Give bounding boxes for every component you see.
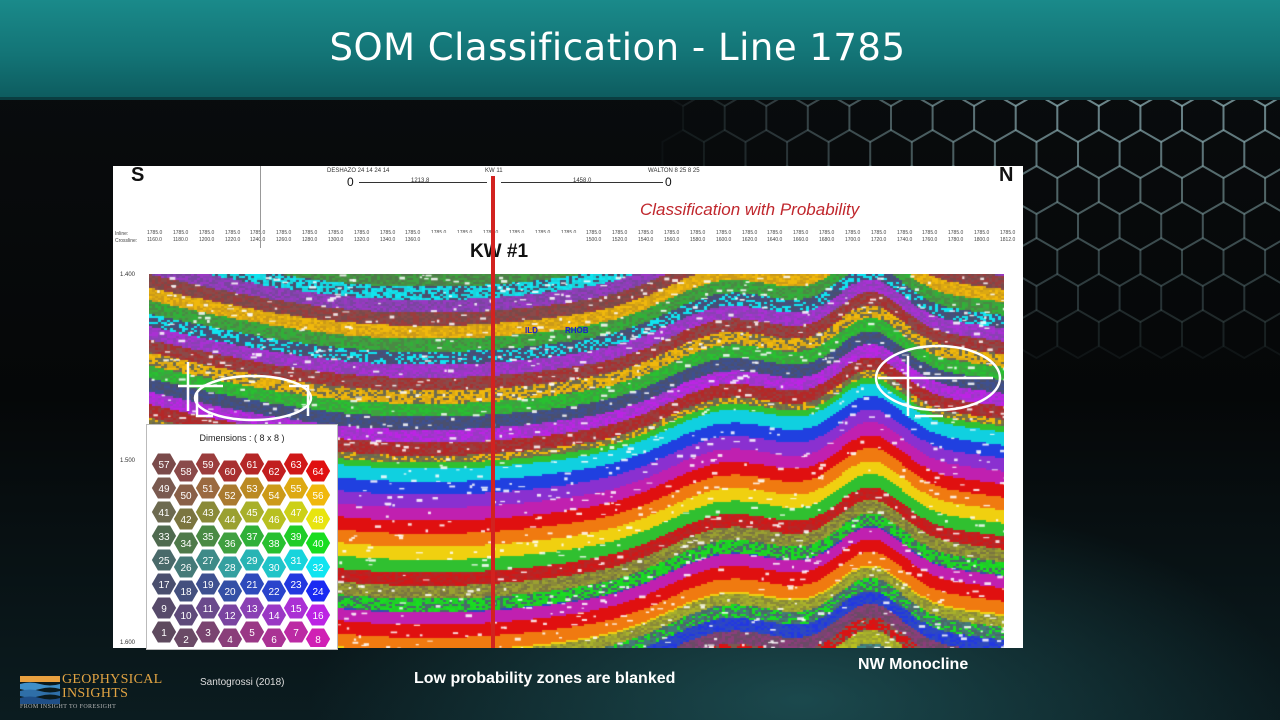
som-node-label: 4: [227, 635, 233, 646]
som-node-label: 44: [224, 515, 236, 526]
som-node-label: 13: [246, 604, 258, 615]
som-node-label: 61: [246, 460, 258, 471]
logo-tagline: FROM INSIGHT TO FORESIGHT: [20, 704, 117, 710]
som-node-label: 19: [202, 580, 214, 591]
som-node-label: 14: [268, 611, 280, 622]
som-node-label: 34: [180, 539, 192, 550]
som-node-label: 64: [312, 467, 324, 478]
som-node-label: 40: [312, 539, 324, 550]
som-classification-legend: Dimensions : ( 8 x 8 ) 57 58 59 60 61 62 63 64 4…: [146, 424, 338, 650]
som-node-label: 46: [268, 515, 280, 526]
som-node-label: 20: [224, 587, 236, 598]
title-band: SOM Classification - Line 1785: [0, 0, 1280, 100]
som-node-label: 17: [158, 580, 170, 591]
som-node-label: 35: [202, 532, 214, 543]
som-node-label: 33: [158, 532, 170, 543]
logo-waves-icon: [20, 676, 60, 704]
monocline-bracket: [878, 356, 993, 418]
som-node-label: 45: [246, 508, 258, 519]
som-node-label: 42: [180, 515, 192, 526]
som-node-label: 60: [224, 467, 236, 478]
som-node-label: 58: [180, 467, 192, 478]
low-probability-caption: Low probability zones are blanked: [414, 670, 676, 687]
som-node-label: 55: [290, 484, 302, 495]
well-kw1-line: [491, 176, 495, 648]
som-node-label: 24: [312, 587, 324, 598]
som-node-label: 3: [205, 628, 211, 639]
som-node-label: 54: [268, 491, 280, 502]
som-node-label: 56: [312, 491, 324, 502]
som-node-label: 32: [312, 563, 324, 574]
som-node-label: 1: [161, 628, 167, 639]
som-node-label: 53: [246, 484, 258, 495]
som-node-label: 11: [203, 604, 214, 615]
som-node-label: 21: [246, 580, 258, 591]
som-node-label: 2: [183, 635, 189, 646]
som-node-label: 52: [224, 491, 236, 502]
som-node-label: 41: [158, 508, 170, 519]
som-node-label: 7: [293, 628, 299, 639]
som-node-label: 43: [202, 508, 214, 519]
logo-name-line2: INSIGHTS: [62, 686, 129, 701]
som-node-label: 26: [180, 563, 192, 574]
som-node-label: 15: [290, 604, 302, 615]
som-node-label: 47: [290, 508, 302, 519]
som-node-label: 51: [202, 484, 214, 495]
monocline-caption: NW Monocline: [858, 656, 969, 673]
som-node-label: 22: [268, 587, 280, 598]
som-node-label: 12: [224, 611, 236, 622]
som-node-label: 5: [249, 628, 255, 639]
som-node-label: 16: [312, 611, 324, 622]
som-node-label: 38: [268, 539, 280, 550]
som-node-label: 62: [268, 467, 280, 478]
som-node-label: 48: [312, 515, 324, 526]
som-node-label: 6: [271, 635, 277, 646]
som-node-label: 63: [290, 460, 302, 471]
south-feature-ellipse: [193, 374, 313, 422]
log-label-rhob: RHOB: [565, 326, 589, 335]
som-node-label: 10: [180, 611, 192, 622]
geophysical-insights-logo: GEOPHYSICAL INSIGHTS FROM INSIGHT TO FOR…: [20, 672, 170, 712]
som-node-label: 8: [315, 635, 321, 646]
log-label-ild: ILD: [525, 326, 538, 335]
som-node-label: 31: [290, 556, 302, 567]
som-node-label: 49: [158, 484, 170, 495]
citation: Santogrossi (2018): [200, 677, 285, 688]
legend-title: Dimensions : ( 8 x 8 ): [199, 433, 285, 443]
som-node-label: 23: [290, 580, 302, 591]
som-node-label: 9: [161, 604, 167, 615]
som-node-label: 39: [290, 532, 302, 543]
som-node-label: 29: [246, 556, 258, 567]
som-node-label: 18: [180, 587, 192, 598]
som-node-label: 36: [224, 539, 236, 550]
som-node-label: 25: [158, 556, 170, 567]
south-fault-bracket: [178, 362, 310, 418]
som-node-label: 57: [158, 460, 170, 471]
som-node-label: 50: [180, 491, 192, 502]
logo-name-line1: GEOPHYSICAL: [62, 672, 163, 687]
som-node-label: 30: [268, 563, 280, 574]
well-marker-label: KW #1: [421, 233, 577, 271]
logo-name: GEOPHYSICAL INSIGHTS: [62, 673, 163, 701]
som-node-label: 59: [202, 460, 214, 471]
slide-title: SOM Classification - Line 1785: [329, 26, 906, 69]
som-node-label: 28: [224, 563, 236, 574]
som-hexagon-grid: 5758596061626364495051525354555641424344…: [150, 451, 332, 647]
som-node-label: 37: [246, 532, 258, 543]
som-node-label: 27: [202, 556, 214, 567]
